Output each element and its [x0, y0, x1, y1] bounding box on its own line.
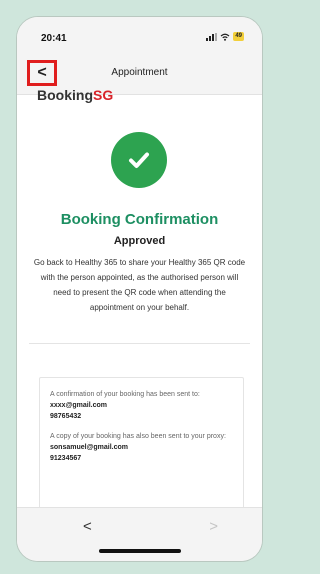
status-icons: 49 [206, 32, 244, 41]
divider [29, 343, 250, 344]
browser-toolbar: < > [17, 507, 262, 561]
wifi-icon [220, 33, 230, 41]
phone-value: 98765432 [50, 413, 82, 420]
status-bar: 20:41 49 [17, 17, 262, 55]
logo-text-accent: SG [93, 87, 114, 103]
email-intro: A confirmation of your booking has been … [50, 391, 200, 398]
signal-icon [206, 32, 218, 41]
battery-icon: 49 [233, 32, 244, 41]
browser-forward-button[interactable]: > [209, 518, 218, 535]
page-title: Appointment [111, 67, 168, 78]
home-indicator[interactable] [99, 549, 181, 553]
proxy-phone-value: 91234567 [50, 455, 82, 462]
confirmation-title: Booking Confirmation [60, 211, 219, 228]
bookingsg-logo: BookingSG [37, 87, 113, 103]
status-time: 20:41 [41, 33, 67, 44]
confirmation-description: Go back to Healthy 365 to share your Hea… [33, 258, 246, 312]
logo-text-main: Booking [37, 87, 93, 103]
email-value: xxxx@gmail.com [50, 402, 108, 409]
status-badge: Approved [113, 235, 166, 247]
check-icon [111, 132, 167, 188]
proxy-email-value: sonsamuel@gmail.com [50, 444, 129, 451]
phone-frame: 20:41 49 < Appointment BookingSG Booking… [16, 16, 263, 562]
proxy-intro: A copy of your booking has also been sen… [50, 433, 226, 440]
browser-back-button[interactable]: < [83, 518, 92, 535]
